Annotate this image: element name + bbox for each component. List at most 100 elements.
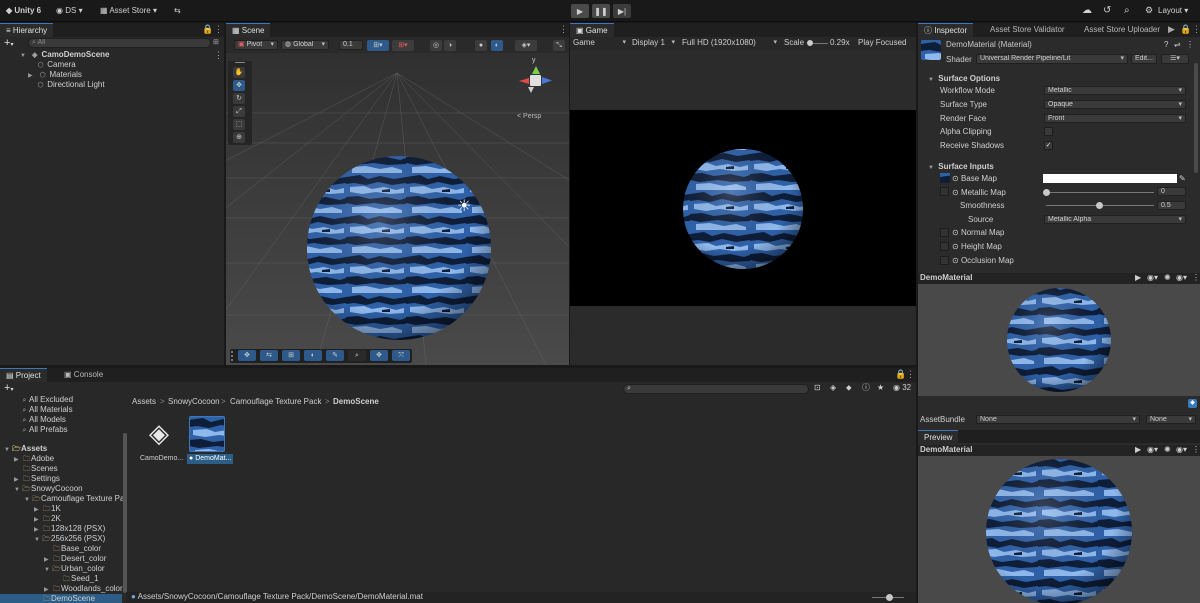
pivot-dropdown[interactable]: ▣ Pivot — [234, 40, 278, 50]
draw-mode-lit-button[interactable]: ● — [475, 40, 487, 51]
picker-circle-icon[interactable]: ⊙ — [952, 242, 959, 251]
perspective-label[interactable]: < Persp — [517, 113, 541, 120]
hand-tool-button[interactable]: ✋ — [233, 67, 245, 78]
breadcrumb-assets[interactable]: Assets — [132, 397, 156, 407]
folder-tree-item[interactable]: 🗀Seed_1 — [0, 574, 122, 584]
label-tag-icon[interactable]: ◆ — [1188, 399, 1197, 408]
folder-tree-item[interactable]: ▼ 🗁Urban_color — [0, 564, 122, 574]
gizmo-x-cone[interactable] — [519, 78, 529, 84]
global-dropdown[interactable]: ◍ Global — [281, 40, 329, 50]
asset-item-material[interactable]: ● DemoMat... — [187, 416, 234, 466]
rect-tool-button[interactable]: ⬚ — [233, 119, 245, 130]
tab-hierarchy[interactable]: ≡ Hierarchy — [0, 23, 54, 37]
grid-visibility-toggle[interactable]: ⊞▾ — [392, 40, 414, 51]
overlay-move-button[interactable]: ✥ — [370, 350, 388, 361]
smoothness-slider-thumb[interactable] — [1096, 202, 1103, 209]
overlay-rotate-button[interactable]: ◐ — [304, 350, 322, 361]
effects-dropdown[interactable]: ◈▾ — [515, 40, 537, 51]
project-search-input[interactable]: ⌕ — [623, 384, 809, 394]
overlay-transform-button[interactable]: ⤧ — [392, 350, 410, 361]
favorite-item[interactable]: ⌕ All Models — [20, 415, 66, 425]
picker-circle-icon[interactable]: ⊙ — [952, 174, 959, 183]
draw-mode-shaded-button[interactable]: ◎ — [430, 40, 442, 51]
kebab-menu-icon[interactable]: ⋮ — [214, 24, 223, 35]
tab-inspector[interactable]: ⓘ Inspector — [918, 23, 974, 37]
overlay-drag-handle[interactable] — [231, 351, 233, 361]
draw-mode-textured-button[interactable]: ◐ — [491, 40, 503, 51]
scene-viewport[interactable]: ✋ ✥ ↻ ⤢ ⬚ ⊕ y < Persp ☀ ✥ ⇆ ⊞ ◐ ✎ ⌕ ✥ ⤧ — [226, 53, 569, 365]
metallic-slider-thumb[interactable] — [1043, 189, 1050, 196]
folder-tree-item[interactable]: 🗀DemoScene — [0, 594, 122, 603]
folder-tree-item[interactable]: ▼ 🗁Assets — [0, 444, 122, 454]
alpha-clipping-checkbox[interactable] — [1044, 127, 1053, 136]
base-map-color-field[interactable] — [1043, 174, 1177, 183]
version-control-icon[interactable]: ⇆ — [174, 3, 181, 18]
gizmo-z-cone[interactable] — [542, 77, 552, 84]
tab-asset-store-uploader[interactable]: Asset Store Uploader — [1078, 23, 1166, 37]
overlay-paint-button[interactable]: ✎ — [326, 350, 344, 361]
tree-scrollbar[interactable] — [123, 433, 127, 593]
tab-overflow-icon[interactable]: ▶ — [1168, 24, 1175, 35]
layout-dropdown[interactable]: Layout ▾ — [1158, 3, 1188, 18]
snap-increment-field[interactable]: 0.1 — [339, 40, 363, 50]
hierarchy-item-directional-light[interactable]: ⬡ Directional Light — [36, 80, 104, 90]
favorite-item[interactable]: ⌕ All Materials — [20, 405, 73, 415]
2d-toggle-button[interactable]: ⤡ — [553, 40, 565, 51]
preview-light-icon[interactable]: ✺ — [1164, 445, 1171, 455]
lock-icon[interactable]: 🔒 — [202, 24, 213, 35]
overlay-snap-button[interactable]: ✥ — [238, 350, 256, 361]
search-by-label-icon[interactable]: ◈ — [830, 383, 836, 393]
folder-tree-item[interactable]: ▶ 🗀Woodlands_color — [0, 584, 123, 594]
settings-icon[interactable]: ⚙ — [1145, 3, 1153, 18]
favorite-item[interactable]: ⌕ All Prefabs — [20, 425, 68, 435]
component-menu-icon[interactable]: ⋮ — [1186, 40, 1194, 50]
source-dropdown[interactable]: Metallic Alpha — [1044, 215, 1186, 224]
game-viewport[interactable] — [570, 110, 916, 306]
picker-circle-icon[interactable]: ⊙ — [952, 256, 959, 265]
lock-icon[interactable]: 🔒 — [895, 369, 906, 380]
orientation-gizmo[interactable]: y — [514, 57, 558, 101]
tag-icon[interactable]: ⬥ — [846, 383, 852, 393]
scale-slider-thumb[interactable] — [807, 40, 813, 46]
preview-background-icon[interactable]: ◉▾ — [1176, 273, 1187, 283]
favorite-item[interactable]: ⌕ All Excluded — [20, 395, 74, 405]
tab-project[interactable]: ▤ Project — [0, 368, 47, 382]
breadcrumb-camouflage[interactable]: Camouflage Texture Pack — [230, 397, 321, 407]
material-preview-area[interactable] — [918, 284, 1200, 396]
tab-asset-store-validator[interactable]: Asset Store Validator — [984, 23, 1071, 37]
asset-store-dropdown[interactable]: ▦ Asset Store ▾ — [100, 3, 157, 18]
inspector-scrollbar[interactable] — [1194, 63, 1198, 173]
shader-menu-button[interactable]: ☰▾ — [1161, 54, 1189, 64]
surface-inputs-foldout[interactable]: ▼ Surface Inputs — [928, 162, 994, 172]
step-button[interactable]: ▶| — [613, 4, 631, 18]
favorite-star-icon[interactable]: ★ — [877, 383, 884, 393]
metallic-value-field[interactable]: 0 — [1157, 187, 1186, 196]
folder-tree-item[interactable]: ▶ 🗀Settings — [0, 474, 122, 484]
kebab-menu-icon[interactable]: ⋮ — [1192, 24, 1200, 35]
create-button[interactable]: +▾ — [4, 383, 13, 394]
render-face-dropdown[interactable]: Front — [1044, 114, 1186, 123]
gizmo-y-cone[interactable] — [532, 66, 540, 74]
asset-item-scene[interactable]: ◈ CamoDemo... — [140, 416, 183, 466]
overlay-align-button[interactable]: ⇆ — [260, 350, 278, 361]
shader-edit-button[interactable]: Edit... — [1131, 54, 1157, 64]
scene-kebab-icon[interactable]: ⋮ — [214, 50, 223, 61]
transform-tool-button[interactable]: ⊕ — [233, 132, 245, 143]
preview-menu-icon[interactable]: ⋮ — [1192, 273, 1200, 283]
move-tool-button[interactable]: ✥ — [233, 80, 245, 91]
display-dropdown[interactable]: Display 1 — [632, 38, 678, 48]
preview-menu-icon[interactable]: ⋮ — [1192, 445, 1200, 455]
smoothness-value-field[interactable]: 0.5 — [1157, 201, 1186, 210]
draw-mode-wire-button[interactable]: ◑ — [444, 40, 456, 51]
overlay-search-button[interactable]: ⌕ — [348, 350, 366, 361]
large-preview-area[interactable] — [918, 456, 1200, 603]
occlusion-map-texture-slot[interactable] — [940, 256, 949, 265]
search-by-type-icon[interactable]: ⊡ — [814, 383, 821, 393]
normal-map-texture-slot[interactable] — [940, 228, 949, 237]
receive-shadows-checkbox[interactable]: ✓ — [1044, 141, 1053, 150]
overlay-grid-button[interactable]: ⊞ — [282, 350, 300, 361]
folder-tree-item[interactable]: ▶ 🗀Adobe — [0, 454, 122, 464]
picker-circle-icon[interactable]: ⊙ — [952, 228, 959, 237]
eyedropper-icon[interactable]: ✎ — [1179, 174, 1186, 184]
breadcrumb-snowycocoon[interactable]: SnowyCocoon — [168, 397, 220, 407]
